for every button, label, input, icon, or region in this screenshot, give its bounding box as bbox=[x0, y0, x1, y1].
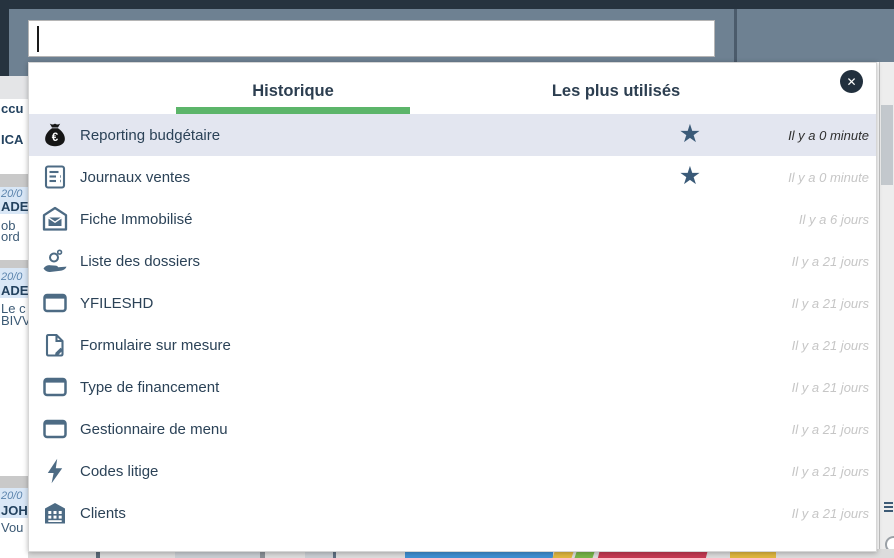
header-divider-line bbox=[734, 9, 737, 62]
item-label: Clients bbox=[80, 505, 126, 522]
tab-les-plus-utilises[interactable]: Les plus utilisés bbox=[499, 63, 733, 107]
vertical-scrollbar-thumb[interactable] bbox=[881, 105, 893, 185]
item-timestamp: Il y a 21 jours bbox=[792, 422, 876, 437]
history-list: €Reporting budgétaire★Il y a 0 minuteJou… bbox=[29, 114, 876, 534]
occluded-page-left-strip: ccu ICA 20/0 ADE ob ord 20/0 ADE Le c BI… bbox=[0, 99, 28, 558]
favorite-star-icon[interactable]: ★ bbox=[675, 161, 705, 191]
text-fragment: 20/0 bbox=[1, 271, 22, 283]
item-timestamp: Il y a 21 jours bbox=[792, 464, 876, 479]
app-top-bar bbox=[0, 0, 894, 9]
lightning-icon bbox=[41, 457, 69, 485]
text-fragment: JOH bbox=[1, 503, 28, 518]
list-item[interactable]: Liste des dossiers Il y a 21 jours bbox=[29, 240, 876, 282]
item-timestamp: Il y a 21 jours bbox=[792, 506, 876, 521]
item-timestamp: Il y a 21 jours bbox=[792, 254, 876, 269]
item-timestamp: Il y a 21 jours bbox=[792, 296, 876, 311]
app-left-edge bbox=[0, 0, 9, 76]
list-item[interactable]: Journaux ventes ★ Il y a 0 minute bbox=[29, 156, 876, 198]
text-fragment: BIVV bbox=[1, 313, 28, 328]
building-icon bbox=[41, 499, 69, 527]
list-item[interactable]: Fiche Immobilisé Il y a 6 jours bbox=[29, 198, 876, 240]
item-label: Journaux ventes bbox=[80, 169, 190, 186]
list-item[interactable]: € Reporting budgétaire ★ Il y a 0 minute bbox=[29, 114, 876, 156]
list-item[interactable]: Codes litige Il y a 21 jours bbox=[29, 450, 876, 492]
list-item[interactable]: Gestionnaire de menu Il y a 21 jours bbox=[29, 408, 876, 450]
form-pencil-icon bbox=[41, 331, 69, 359]
item-label: Formulaire sur mesure bbox=[80, 337, 231, 354]
hand-coins-icon bbox=[41, 247, 69, 275]
divider-fragment bbox=[0, 476, 28, 488]
text-fragment: ccu bbox=[1, 101, 23, 116]
text-fragment: ADE bbox=[1, 199, 28, 214]
divider-fragment bbox=[0, 174, 28, 187]
item-label: Liste des dossiers bbox=[80, 253, 200, 270]
list-item[interactable]: Type de financement Il y a 21 jours bbox=[29, 366, 876, 408]
favorite-star-icon[interactable]: ★ bbox=[675, 119, 705, 149]
window-icon bbox=[41, 289, 69, 317]
house-envelope-icon bbox=[41, 205, 69, 233]
text-fragment: ICA bbox=[1, 132, 23, 147]
list-item[interactable]: Clients Il y a 21 jours bbox=[29, 492, 876, 534]
app-header-band-left bbox=[9, 62, 28, 76]
active-tab-indicator bbox=[176, 107, 410, 114]
item-timestamp: Il y a 6 jours bbox=[799, 212, 876, 227]
global-search-input[interactable] bbox=[28, 20, 715, 57]
text-fragment: Vou bbox=[1, 520, 23, 535]
svg-text:€: € bbox=[52, 132, 59, 144]
item-label: Gestionnaire de menu bbox=[80, 421, 228, 438]
list-item[interactable]: Formulaire sur mesure Il y a 21 jours bbox=[29, 324, 876, 366]
text-fragment: ord bbox=[1, 229, 20, 244]
item-timestamp: Il y a 0 minute bbox=[788, 128, 876, 143]
menu-icon bbox=[884, 502, 893, 514]
list-item[interactable]: YFILESHD Il y a 21 jours bbox=[29, 282, 876, 324]
close-icon[interactable]: ✕ bbox=[840, 70, 863, 93]
item-label: YFILESHD bbox=[80, 295, 153, 312]
item-label: Reporting budgétaire bbox=[80, 127, 220, 144]
background-tab-fragment bbox=[0, 76, 28, 99]
text-fragment: 20/0 bbox=[1, 490, 22, 502]
search-results-panel: Historique Les plus utilisés ✕ € Reportin… bbox=[28, 62, 877, 552]
sales-journal-icon bbox=[41, 163, 69, 191]
item-timestamp: Il y a 21 jours bbox=[792, 380, 876, 395]
text-cursor bbox=[37, 26, 39, 52]
item-timestamp: Il y a 21 jours bbox=[792, 338, 876, 353]
item-timestamp: Il y a 0 minute bbox=[788, 170, 876, 185]
item-label: Fiche Immobilisé bbox=[80, 211, 193, 228]
tab-bar: Historique Les plus utilisés ✕ bbox=[29, 63, 876, 114]
item-label: Codes litige bbox=[80, 463, 158, 480]
window-icon bbox=[41, 415, 69, 443]
tab-historique[interactable]: Historique bbox=[176, 63, 410, 107]
item-label: Type de financement bbox=[80, 379, 219, 396]
money-bag-euro-icon: € bbox=[41, 121, 69, 149]
window-icon bbox=[41, 373, 69, 401]
text-fragment: ADE bbox=[1, 283, 28, 298]
